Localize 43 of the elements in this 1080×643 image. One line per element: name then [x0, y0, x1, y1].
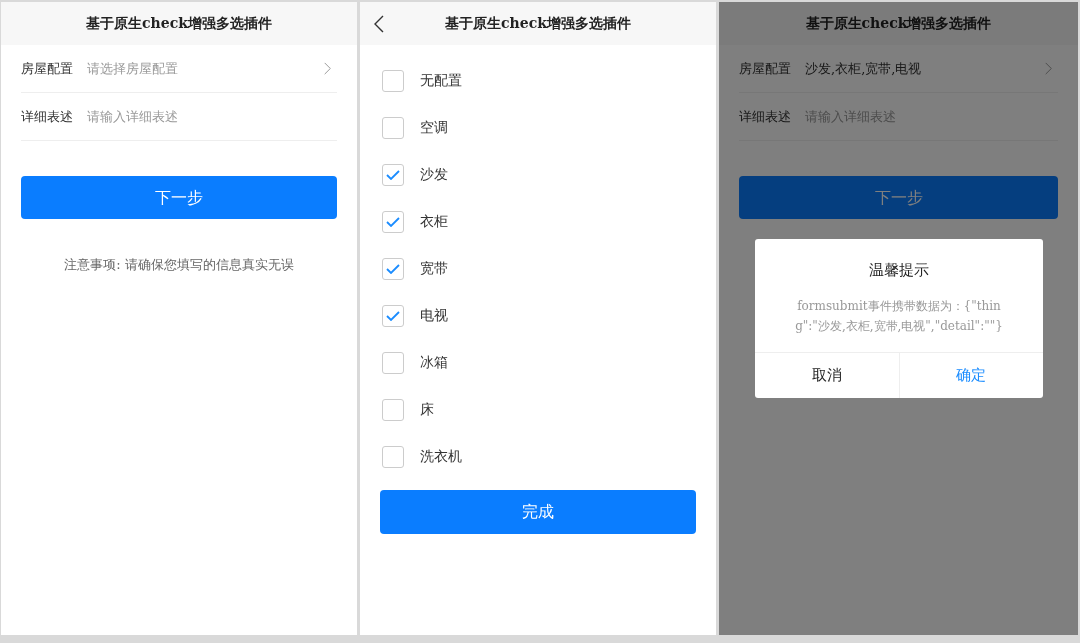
checkbox[interactable] — [382, 116, 404, 139]
cancel-button[interactable]: 取消 — [755, 352, 900, 398]
check-icon — [386, 216, 400, 227]
check-icon — [386, 263, 400, 274]
page-title: 基于原生check增强多选插件 — [86, 14, 272, 33]
chevron-right-icon[interactable] — [324, 62, 331, 75]
field-label: 详细表述 — [739, 107, 792, 126]
field-label: 房屋配置 — [739, 59, 792, 78]
checkbox[interactable] — [382, 69, 404, 92]
checkbox[interactable] — [382, 351, 404, 374]
check-icon — [386, 169, 400, 180]
option-label: 无配置 — [420, 71, 462, 90]
next-button[interactable]: 下一步 — [21, 176, 337, 219]
field-label: 详细表述 — [21, 107, 74, 126]
checkbox[interactable] — [382, 304, 404, 327]
input-field[interactable]: 请选择房屋配置 — [87, 58, 324, 79]
check-icon — [386, 310, 400, 321]
checkbox[interactable] — [382, 445, 404, 468]
page-title: 基于原生check增强多选插件 — [445, 14, 631, 33]
note-text: 注意事项: 请确保您填写的信息真实无误 — [63, 256, 295, 274]
option-label: 宽带 — [420, 259, 448, 278]
checkbox[interactable] — [382, 163, 404, 186]
field-label: 房屋配置 — [21, 59, 74, 78]
back-icon[interactable] — [374, 15, 384, 33]
option-label: 床 — [420, 400, 434, 419]
page-title: 基于原生check增强多选插件 — [805, 14, 992, 33]
option-label: 空调 — [420, 118, 448, 137]
option-label: 冰箱 — [420, 353, 448, 372]
input-field[interactable]: 请输入详细表述 — [87, 106, 337, 127]
option-label: 衣柜 — [420, 212, 448, 231]
next-button[interactable]: 下一步 — [739, 176, 1058, 219]
dialog-title: 温馨提示 — [868, 260, 930, 281]
done-button[interactable]: 完成 — [380, 490, 696, 534]
option-label: 沙发 — [420, 165, 448, 184]
chevron-right-icon[interactable] — [1045, 62, 1052, 75]
input-field[interactable]: 沙发,衣柜,宽带,电视 — [805, 58, 1045, 79]
checkbox[interactable] — [382, 257, 404, 280]
dialog-message: formsubmit事件携带数据为：{"thing":"沙发,衣柜,宽带,电视","detail":""} — [794, 297, 1004, 335]
checkbox[interactable] — [382, 210, 404, 233]
option-label: 电视 — [420, 306, 448, 325]
checkbox[interactable] — [382, 398, 404, 421]
option-label: 洗衣机 — [420, 447, 462, 466]
confirm-button[interactable]: 确定 — [899, 352, 1043, 398]
